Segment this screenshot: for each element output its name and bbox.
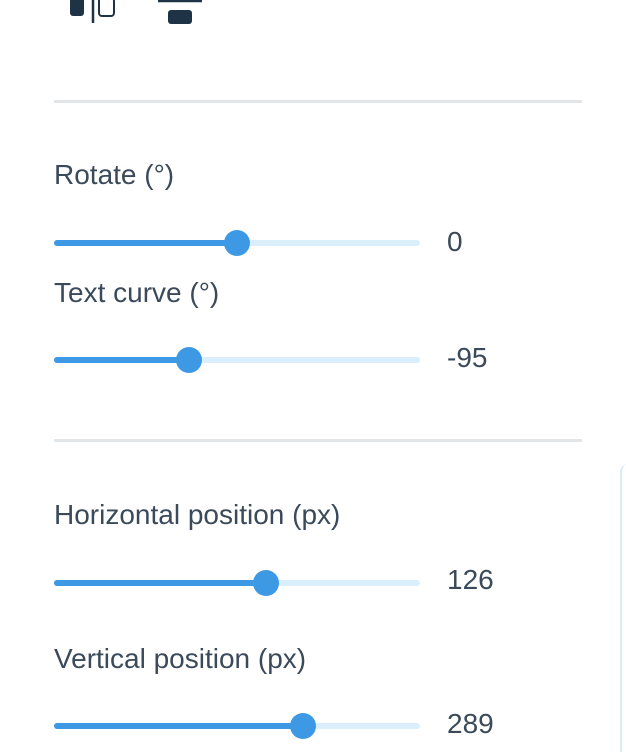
section-divider	[54, 439, 582, 442]
horizontal-position-label: Horizontal position (px)	[54, 499, 341, 530]
rotate-slider[interactable]	[54, 228, 420, 258]
slider-fill	[54, 580, 266, 586]
vertical-position-label: Vertical position (px)	[54, 643, 307, 674]
section-divider	[54, 100, 582, 103]
slider-fill	[54, 357, 189, 363]
text-properties-panel: Rotate (°) 0 Text curve (°) -95 Horizont…	[0, 0, 626, 752]
slider-thumb[interactable]	[290, 713, 317, 739]
scrollbar-track[interactable]	[620, 464, 626, 752]
vertical-position-slider[interactable]	[54, 711, 420, 741]
horizontal-position-value: 126	[447, 564, 494, 595]
align-bottom-icon[interactable]	[66, 0, 126, 31]
slider-thumb[interactable]	[252, 570, 279, 596]
distribute-bottom-icon[interactable]	[156, 0, 206, 31]
rotate-label: Rotate (°)	[54, 159, 175, 190]
slider-fill	[54, 723, 304, 729]
vertical-position-value: 289	[447, 708, 494, 739]
text-curve-label: Text curve (°)	[54, 277, 220, 308]
text-curve-value: -95	[447, 342, 488, 373]
slider-thumb[interactable]	[175, 347, 202, 373]
slider-thumb[interactable]	[224, 230, 250, 256]
rotate-value: 0	[447, 226, 463, 257]
text-curve-slider[interactable]	[54, 345, 420, 375]
slider-fill	[54, 240, 237, 246]
horizontal-position-slider[interactable]	[54, 568, 420, 598]
